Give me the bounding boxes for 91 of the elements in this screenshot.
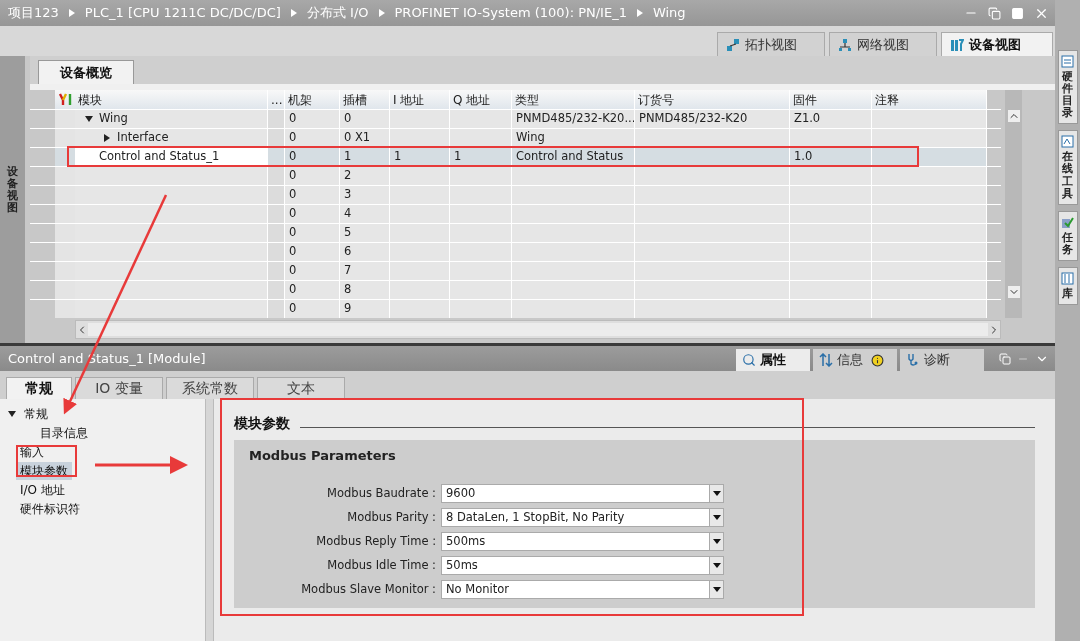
table-row[interactable]: 0 4 [30, 204, 1001, 223]
inspector-tab[interactable]: 属性 [736, 349, 810, 371]
column-header[interactable]: 注释 [872, 90, 987, 109]
overview-tab[interactable]: 设备概览 [38, 60, 134, 84]
side-tab-label: 设备视图 [7, 166, 18, 215]
cell-text: Wing [516, 129, 545, 147]
dropdown-field[interactable]: 9600 [441, 484, 724, 503]
cell-text: 3 [344, 186, 352, 204]
table-row[interactable]: 0 6 [30, 242, 1001, 261]
nav-item[interactable]: 硬件标识符 [16, 500, 84, 518]
cell-text: 0 [289, 129, 297, 147]
cell-text: 0 [289, 262, 297, 280]
cell-text: 0 [289, 243, 297, 261]
cell-text: 8 [344, 281, 352, 299]
cell-text: 9 [344, 300, 352, 318]
dropdown-field[interactable]: 500ms [441, 532, 724, 551]
module-name: Wing [98, 110, 128, 128]
side-tab[interactable]: 任务 [1057, 210, 1078, 261]
property-tab[interactable]: 系统常数 [166, 377, 254, 399]
table-row[interactable]: 0 3 [30, 185, 1001, 204]
cell-text: 1 [344, 148, 352, 166]
side-tab[interactable]: 硬件目录 [1057, 50, 1078, 125]
cell-text: 0 [289, 110, 297, 128]
nav-item[interactable]: 目录信息 [32, 424, 92, 442]
cell-text: 1 [454, 148, 462, 166]
table-row[interactable]: Control and Status_1 0 1 1 1 Control and Status 1.0 [30, 147, 1001, 166]
nav-item[interactable]: 常规 [20, 405, 52, 423]
dropdown-field[interactable]: No Monitor [441, 580, 724, 599]
view-tab[interactable]: 设备视图 [941, 32, 1053, 56]
property-tab[interactable]: 常规 [6, 377, 72, 399]
side-tab-label: 库 [1062, 287, 1073, 301]
inspector-tab[interactable]: 信息 [813, 349, 897, 371]
column-header[interactable]: 机架 [285, 90, 340, 109]
cell-text: 0 [289, 224, 297, 242]
column-header[interactable]: 固件 [790, 90, 872, 109]
cell-text: 1 [394, 148, 402, 166]
table-row[interactable]: 0 7 [30, 261, 1001, 280]
section-title: 模块参数 [234, 414, 290, 433]
table-row[interactable]: 0 8 [30, 280, 1001, 299]
cell-text: 0 [289, 167, 297, 185]
group-title: Modbus Parameters [249, 447, 397, 465]
column-header[interactable]: I 地址 [390, 90, 450, 109]
parameter-label: Modbus Reply Time : [315, 532, 437, 550]
side-tab-label: 硬件目录 [1062, 71, 1073, 120]
table-row[interactable]: 0 5 [30, 223, 1001, 242]
side-tab-label: 在线工具 [1062, 151, 1073, 200]
cell-text: Control and Status [516, 148, 624, 166]
cell-text: 2 [344, 167, 352, 185]
cell-text: 0 [344, 110, 352, 128]
module-name: Interface [116, 129, 169, 147]
dropdown-field[interactable]: 50ms [441, 556, 724, 575]
property-tab[interactable]: IO 变量 [75, 377, 163, 399]
table-row[interactable]: 0 2 [30, 166, 1001, 185]
cell-text: 0 X1 [344, 129, 371, 147]
side-tab-label: 任务 [1062, 231, 1073, 256]
cell-text: 7 [344, 262, 352, 280]
left-side-strip[interactable]: 设备视图 [0, 56, 25, 343]
table-row[interactable]: Interface 0 0 X1 Wing [30, 128, 1001, 147]
side-tab[interactable]: 库 [1057, 266, 1078, 306]
parameter-label: Modbus Idle Time : [326, 556, 437, 574]
column-header[interactable]: 类型 [512, 90, 635, 109]
parameter-label: Modbus Parity : [346, 508, 437, 526]
column-header[interactable]: Q 地址 [450, 90, 512, 109]
cell-text: PNMD485/232-K20 [639, 110, 748, 128]
parameter-label: Modbus Baudrate : [326, 484, 437, 502]
cell-text: PNMD485/232-K20... [516, 110, 634, 128]
table-row[interactable]: 0 9 [30, 299, 1001, 318]
side-tab[interactable]: 在线工具 [1057, 130, 1078, 205]
cell-text: 6 [344, 243, 352, 261]
view-tab[interactable]: 网络视图 [829, 32, 937, 56]
cell-text: 1.0 [794, 148, 813, 166]
cell-text: 4 [344, 205, 352, 223]
cell-text: Z1.0 [794, 110, 821, 128]
table-row[interactable]: Wing 0 0 PNMD485/232-K20... PNMD485/232-K20 Z1.0 [30, 109, 1001, 128]
module-name: Control and Status_1 [98, 148, 220, 166]
view-tab[interactable]: 拓扑视图 [717, 32, 825, 56]
cell-text: 0 [289, 300, 297, 318]
column-header[interactable]: 订货号 [635, 90, 790, 109]
parameter-label: Modbus Slave Monitor : [300, 580, 437, 598]
nav-item[interactable]: I/O 地址 [16, 481, 69, 499]
cell-text: 5 [344, 224, 352, 242]
cell-text: 0 [289, 205, 297, 223]
inspector-tab[interactable]: 诊断 [900, 349, 984, 371]
property-tab[interactable]: 文本 [257, 377, 345, 399]
cell-text: 0 [289, 148, 297, 166]
cell-text: 0 [289, 281, 297, 299]
column-header[interactable]: ... [268, 90, 285, 109]
column-header[interactable]: 插槽 [340, 90, 390, 109]
cell-text: 0 [289, 186, 297, 204]
dropdown-field[interactable]: 8 DataLen, 1 StopBit, No Parity [441, 508, 724, 527]
column-header[interactable]: 模块 [75, 90, 268, 109]
